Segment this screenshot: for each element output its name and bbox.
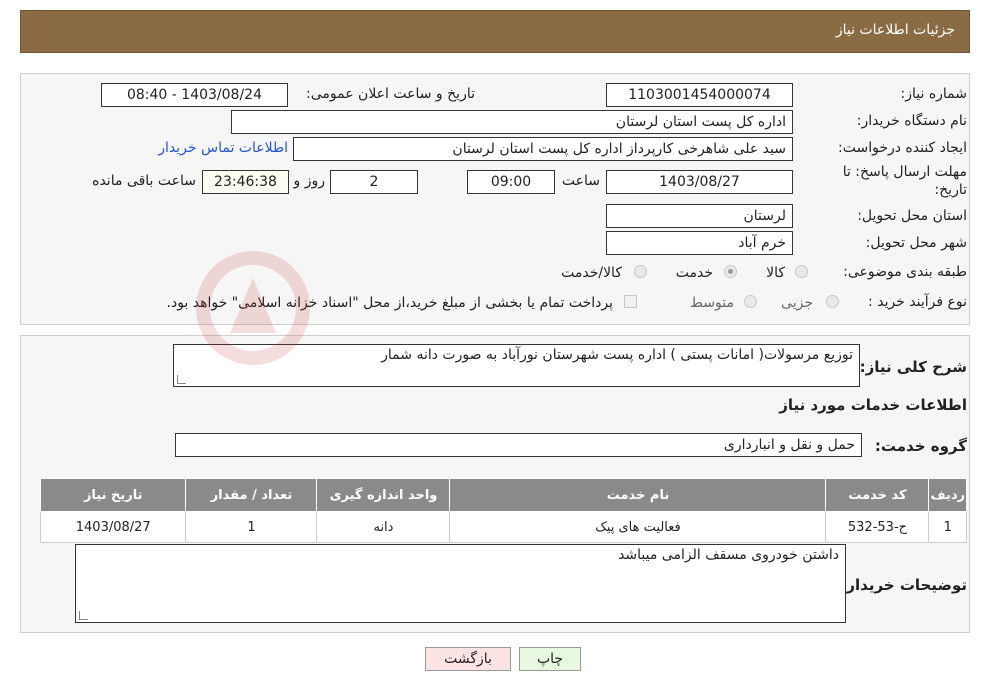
buyer-notes-text: داشتن خودروی مسقف الزامی میباشد	[618, 547, 839, 563]
col-quantity: تعداد / مقدار	[185, 478, 318, 512]
service-group-field: حمل و نقل و انبارداری	[175, 433, 862, 457]
buyer-notes-field: داشتن خودروی مسقف الزامی میباشد	[75, 544, 846, 623]
province-label: استان محل تحویل:	[857, 208, 967, 224]
purchase-type-label: نوع فرآیند خرید :	[868, 294, 967, 310]
category-goods-label: کالا	[766, 265, 785, 281]
province-field: لرستان	[606, 204, 793, 228]
category-goods-service-radio[interactable]	[634, 265, 647, 278]
summary-text: توزیع مرسولات( امانات پستی ) اداره پست ش…	[381, 347, 853, 363]
purchase-minor-radio[interactable]	[826, 295, 839, 308]
col-row-number: ردیف	[928, 478, 967, 512]
cell-unit: دانه	[316, 511, 451, 543]
category-goods-service-label: کالا/خدمت	[561, 265, 622, 281]
category-goods-radio[interactable]	[795, 265, 808, 278]
buyer-org-label: نام دستگاه خریدار:	[856, 113, 967, 129]
services-section-title: اطلاعات خدمات مورد نیاز	[779, 396, 967, 414]
page-header: جزئیات اطلاعات نیاز	[20, 10, 970, 53]
services-table: ردیف کد خدمت نام خدمت واحد اندازه گیری ت…	[39, 478, 967, 543]
announce-field: 1403/08/24 - 08:40	[101, 83, 288, 107]
treasury-payment-checkbox[interactable]	[624, 295, 637, 308]
deadline-date-field: 1403/08/27	[606, 170, 793, 194]
buyer-notes-label: توضیحات خریدار:	[840, 576, 967, 594]
purchase-minor-label: جزیی	[781, 295, 813, 311]
purchase-medium-radio[interactable]	[744, 295, 757, 308]
page-title: جزئیات اطلاعات نیاز	[835, 22, 955, 38]
contact-info-link[interactable]: اطلاعات تماس خریدار	[158, 140, 288, 156]
remaining-label: ساعت باقی مانده	[92, 173, 196, 189]
col-service-code: کد خدمت	[825, 478, 930, 512]
resize-handle-icon[interactable]	[177, 375, 186, 384]
table-header-row: ردیف کد خدمت نام خدمت واحد اندازه گیری ت…	[39, 478, 967, 512]
category-service-label: خدمت	[675, 265, 713, 281]
deadline-label: مهلت ارسال پاسخ: تا	[842, 164, 967, 180]
announce-label: تاریخ و ساعت اعلان عمومی:	[306, 86, 475, 102]
summary-label: شرح کلی نیاز:	[859, 358, 967, 376]
back-button[interactable]: بازگشت	[425, 647, 511, 671]
resize-handle-icon[interactable]	[79, 611, 88, 620]
cell-need-date: 1403/08/27	[39, 511, 187, 543]
deadline-time-label: ساعت	[561, 173, 600, 189]
need-number-label: شماره نیاز:	[900, 86, 968, 102]
requester-label: ایجاد کننده درخواست:	[838, 140, 967, 156]
deadline-time-field: 09:00	[467, 170, 555, 194]
cell-row-number: 1	[928, 511, 967, 543]
service-group-label: گروه خدمت:	[874, 437, 967, 455]
cell-service-code: ح-53-532	[825, 511, 930, 543]
city-label: شهر محل تحویل:	[865, 235, 967, 251]
cell-quantity: 1	[185, 511, 318, 543]
category-service-radio[interactable]	[724, 265, 737, 278]
col-unit: واحد اندازه گیری	[316, 478, 451, 512]
col-need-date: تاریخ نیاز	[39, 478, 187, 512]
requester-field: سید علی شاهرخی کارپرداز اداره کل پست است…	[293, 137, 793, 161]
remaining-time-field: 23:46:38	[202, 170, 289, 194]
col-service-name: نام خدمت	[449, 478, 827, 512]
days-field: 2	[330, 170, 418, 194]
table-row: 1 ح-53-532 فعالیت های پیک دانه 1 1403/08…	[39, 511, 967, 543]
purchase-medium-label: متوسط	[690, 295, 734, 311]
buyer-org-field: اداره کل پست استان لرستان	[231, 110, 793, 134]
cell-service-name: فعالیت های پیک	[449, 511, 827, 543]
days-label: روز و	[293, 173, 326, 189]
deadline-label-2: تاریخ:	[934, 182, 967, 198]
category-label: طبقه بندی موضوعی:	[843, 264, 967, 280]
treasury-payment-note: پرداخت تمام یا بخشی از مبلغ خرید،از محل …	[166, 295, 613, 311]
summary-field: توزیع مرسولات( امانات پستی ) اداره پست ش…	[173, 344, 860, 387]
need-number-field: 1103001454000074	[606, 83, 793, 107]
city-field: خرم آباد	[606, 231, 793, 255]
print-button[interactable]: چاپ	[519, 647, 581, 671]
